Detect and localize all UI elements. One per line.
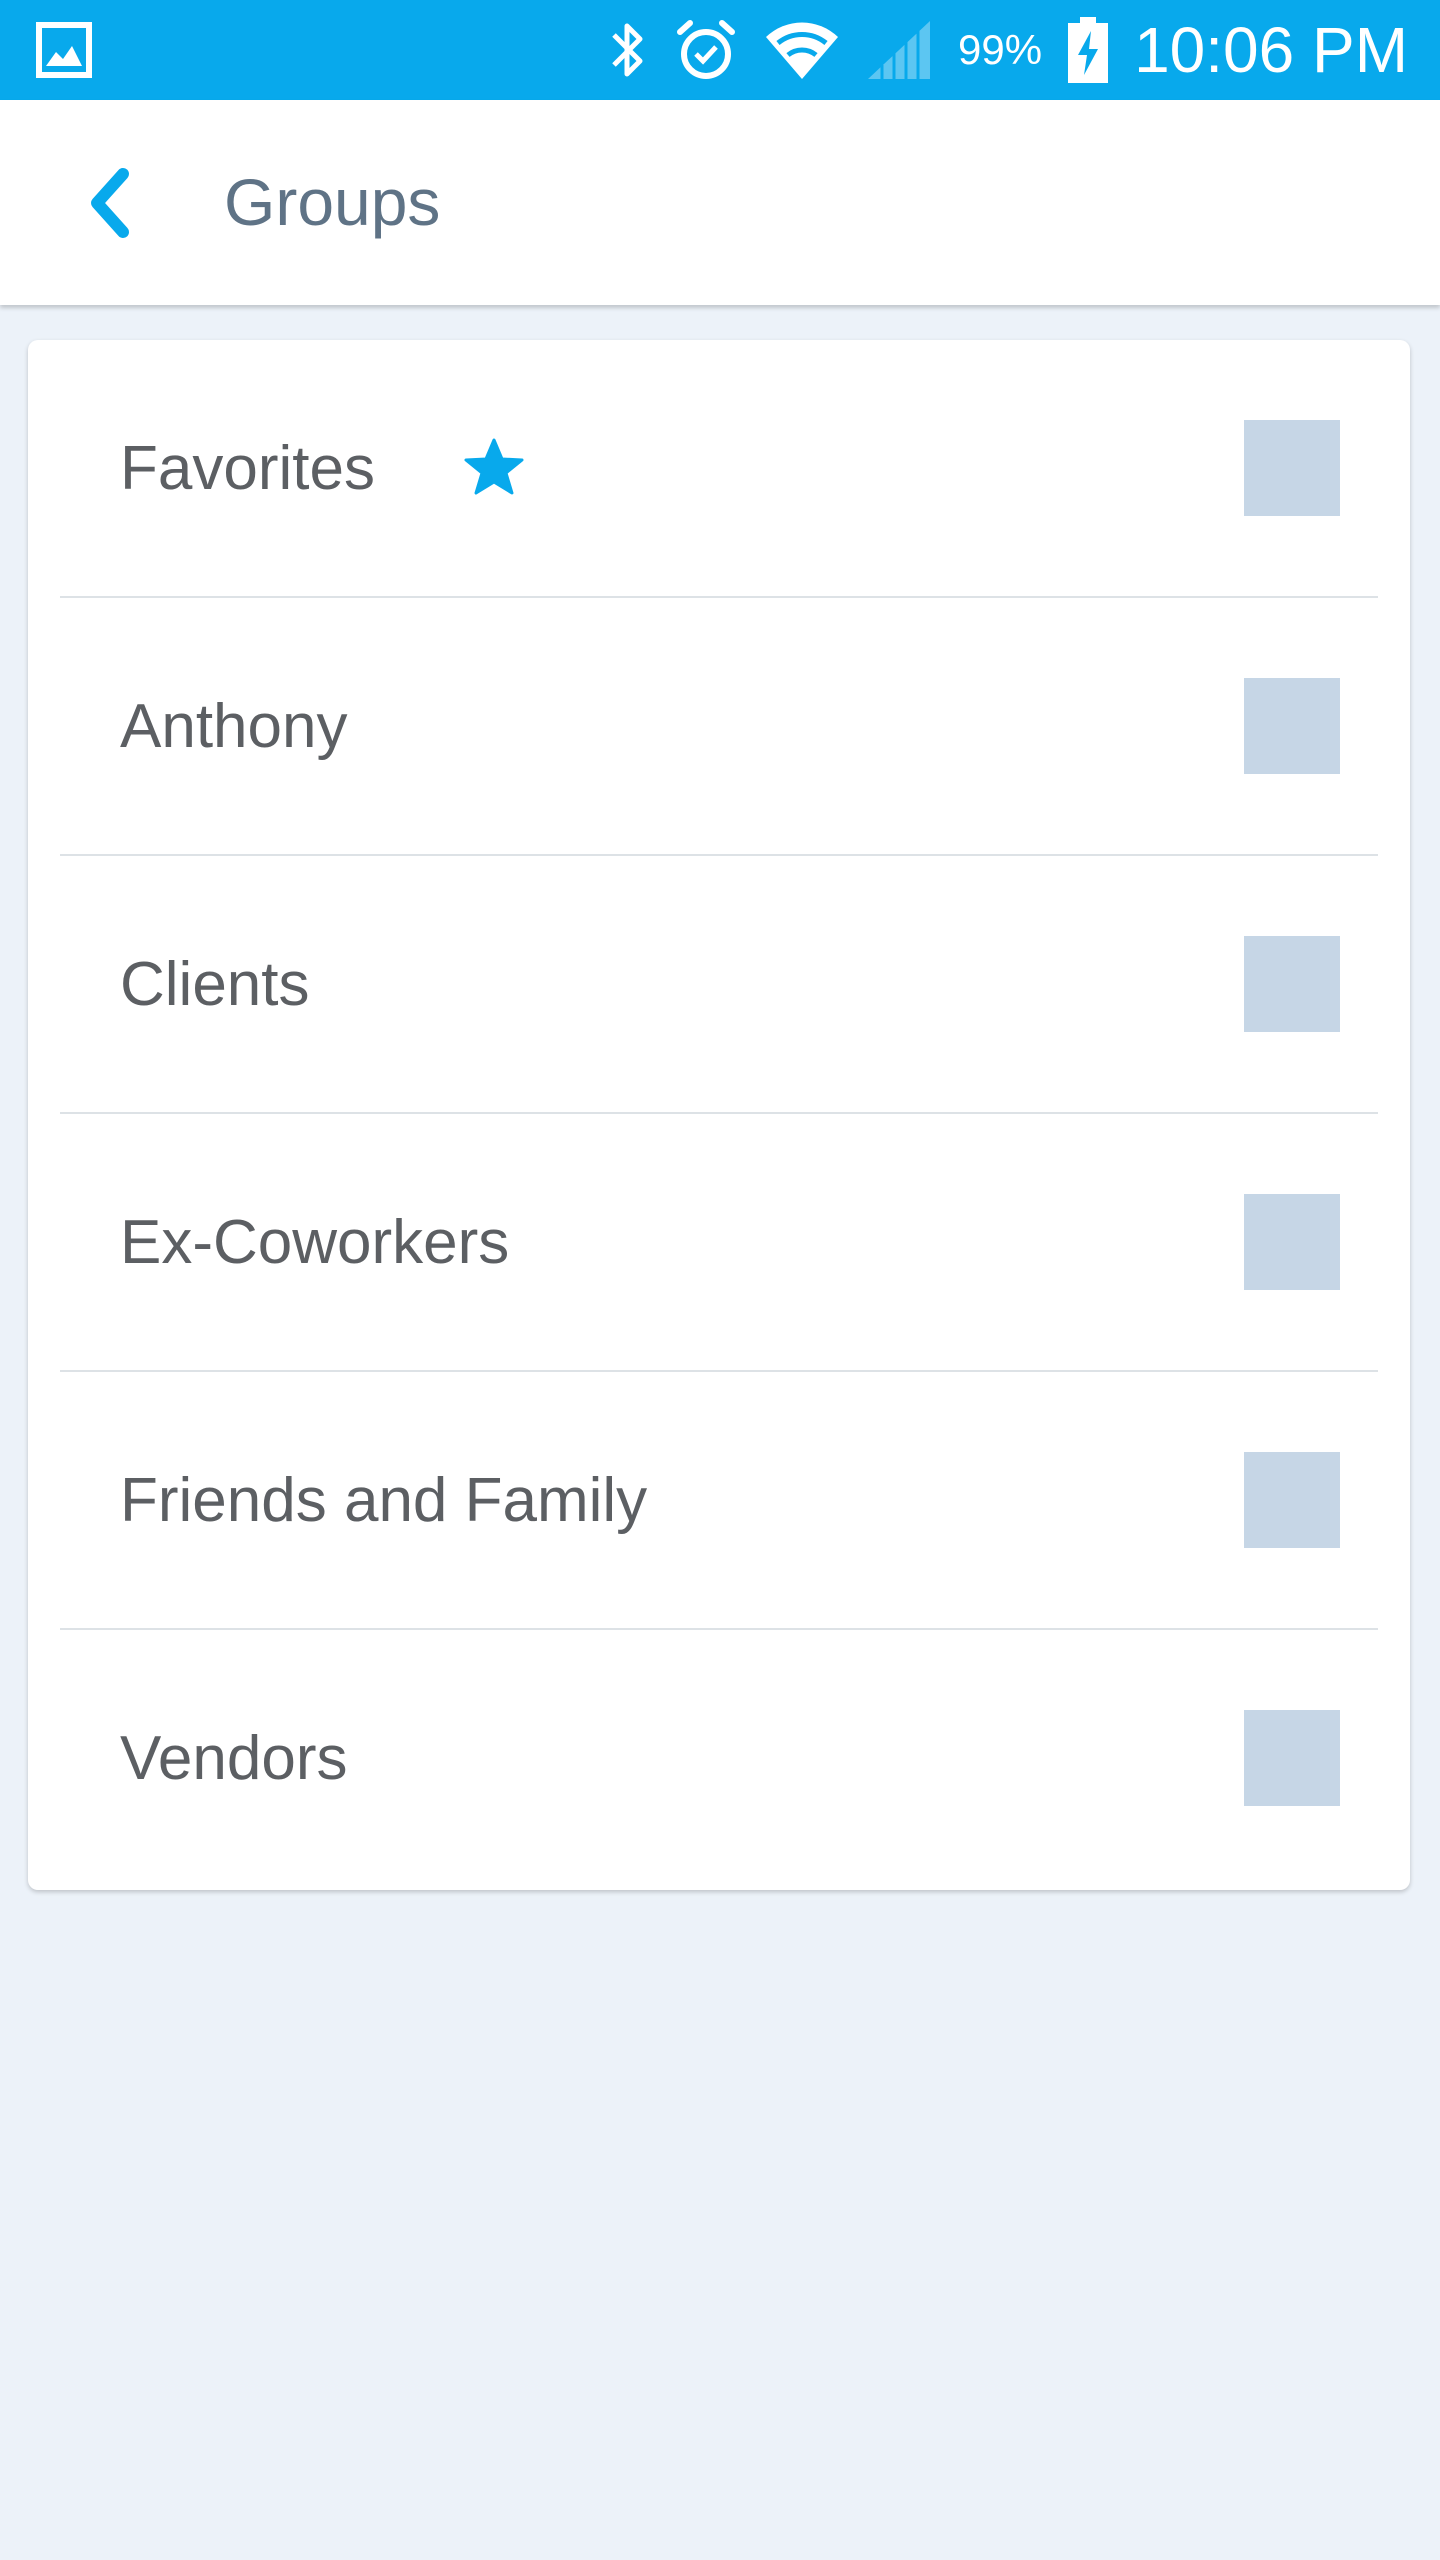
app-bar: Groups (0, 100, 1440, 305)
group-label: Clients (120, 950, 310, 1019)
group-checkbox[interactable] (1244, 1452, 1340, 1548)
bluetooth-icon (608, 19, 648, 81)
page-title: Groups (224, 165, 441, 239)
group-checkbox[interactable] (1244, 678, 1340, 774)
group-row-favorites[interactable]: Favorites (28, 340, 1410, 598)
group-label: Anthony (120, 692, 348, 761)
battery-charging-icon (1068, 17, 1109, 83)
group-checkbox[interactable] (1244, 420, 1340, 516)
group-row-clients[interactable]: Clients (28, 856, 1410, 1114)
group-row-ex-coworkers[interactable]: Ex-Coworkers (28, 1114, 1410, 1372)
group-checkbox[interactable] (1244, 1710, 1340, 1806)
signal-icon (866, 19, 932, 81)
group-label: Favorites (120, 434, 375, 503)
battery-percent: 99% (958, 26, 1043, 73)
group-label: Vendors (120, 1724, 348, 1793)
group-row-friends-and-family[interactable]: Friends and Family (28, 1372, 1410, 1630)
star-icon (462, 436, 526, 500)
group-label: Friends and Family (120, 1466, 648, 1535)
group-row-anthony[interactable]: Anthony (28, 598, 1410, 856)
alarm-icon (674, 18, 738, 82)
chevron-left-icon (91, 167, 129, 238)
gallery-icon (36, 22, 92, 78)
groups-list: Favorites Anthony Clients Ex-Coworkers F… (28, 340, 1410, 1890)
wifi-icon (764, 19, 840, 81)
group-checkbox[interactable] (1244, 1194, 1340, 1290)
clock: 10:06 PM (1134, 14, 1408, 86)
back-button[interactable] (60, 150, 160, 255)
group-checkbox[interactable] (1244, 936, 1340, 1032)
group-label: Ex-Coworkers (120, 1208, 510, 1277)
group-row-vendors[interactable]: Vendors (28, 1630, 1410, 1888)
status-bar: 99% 10:06 PM (0, 0, 1440, 100)
